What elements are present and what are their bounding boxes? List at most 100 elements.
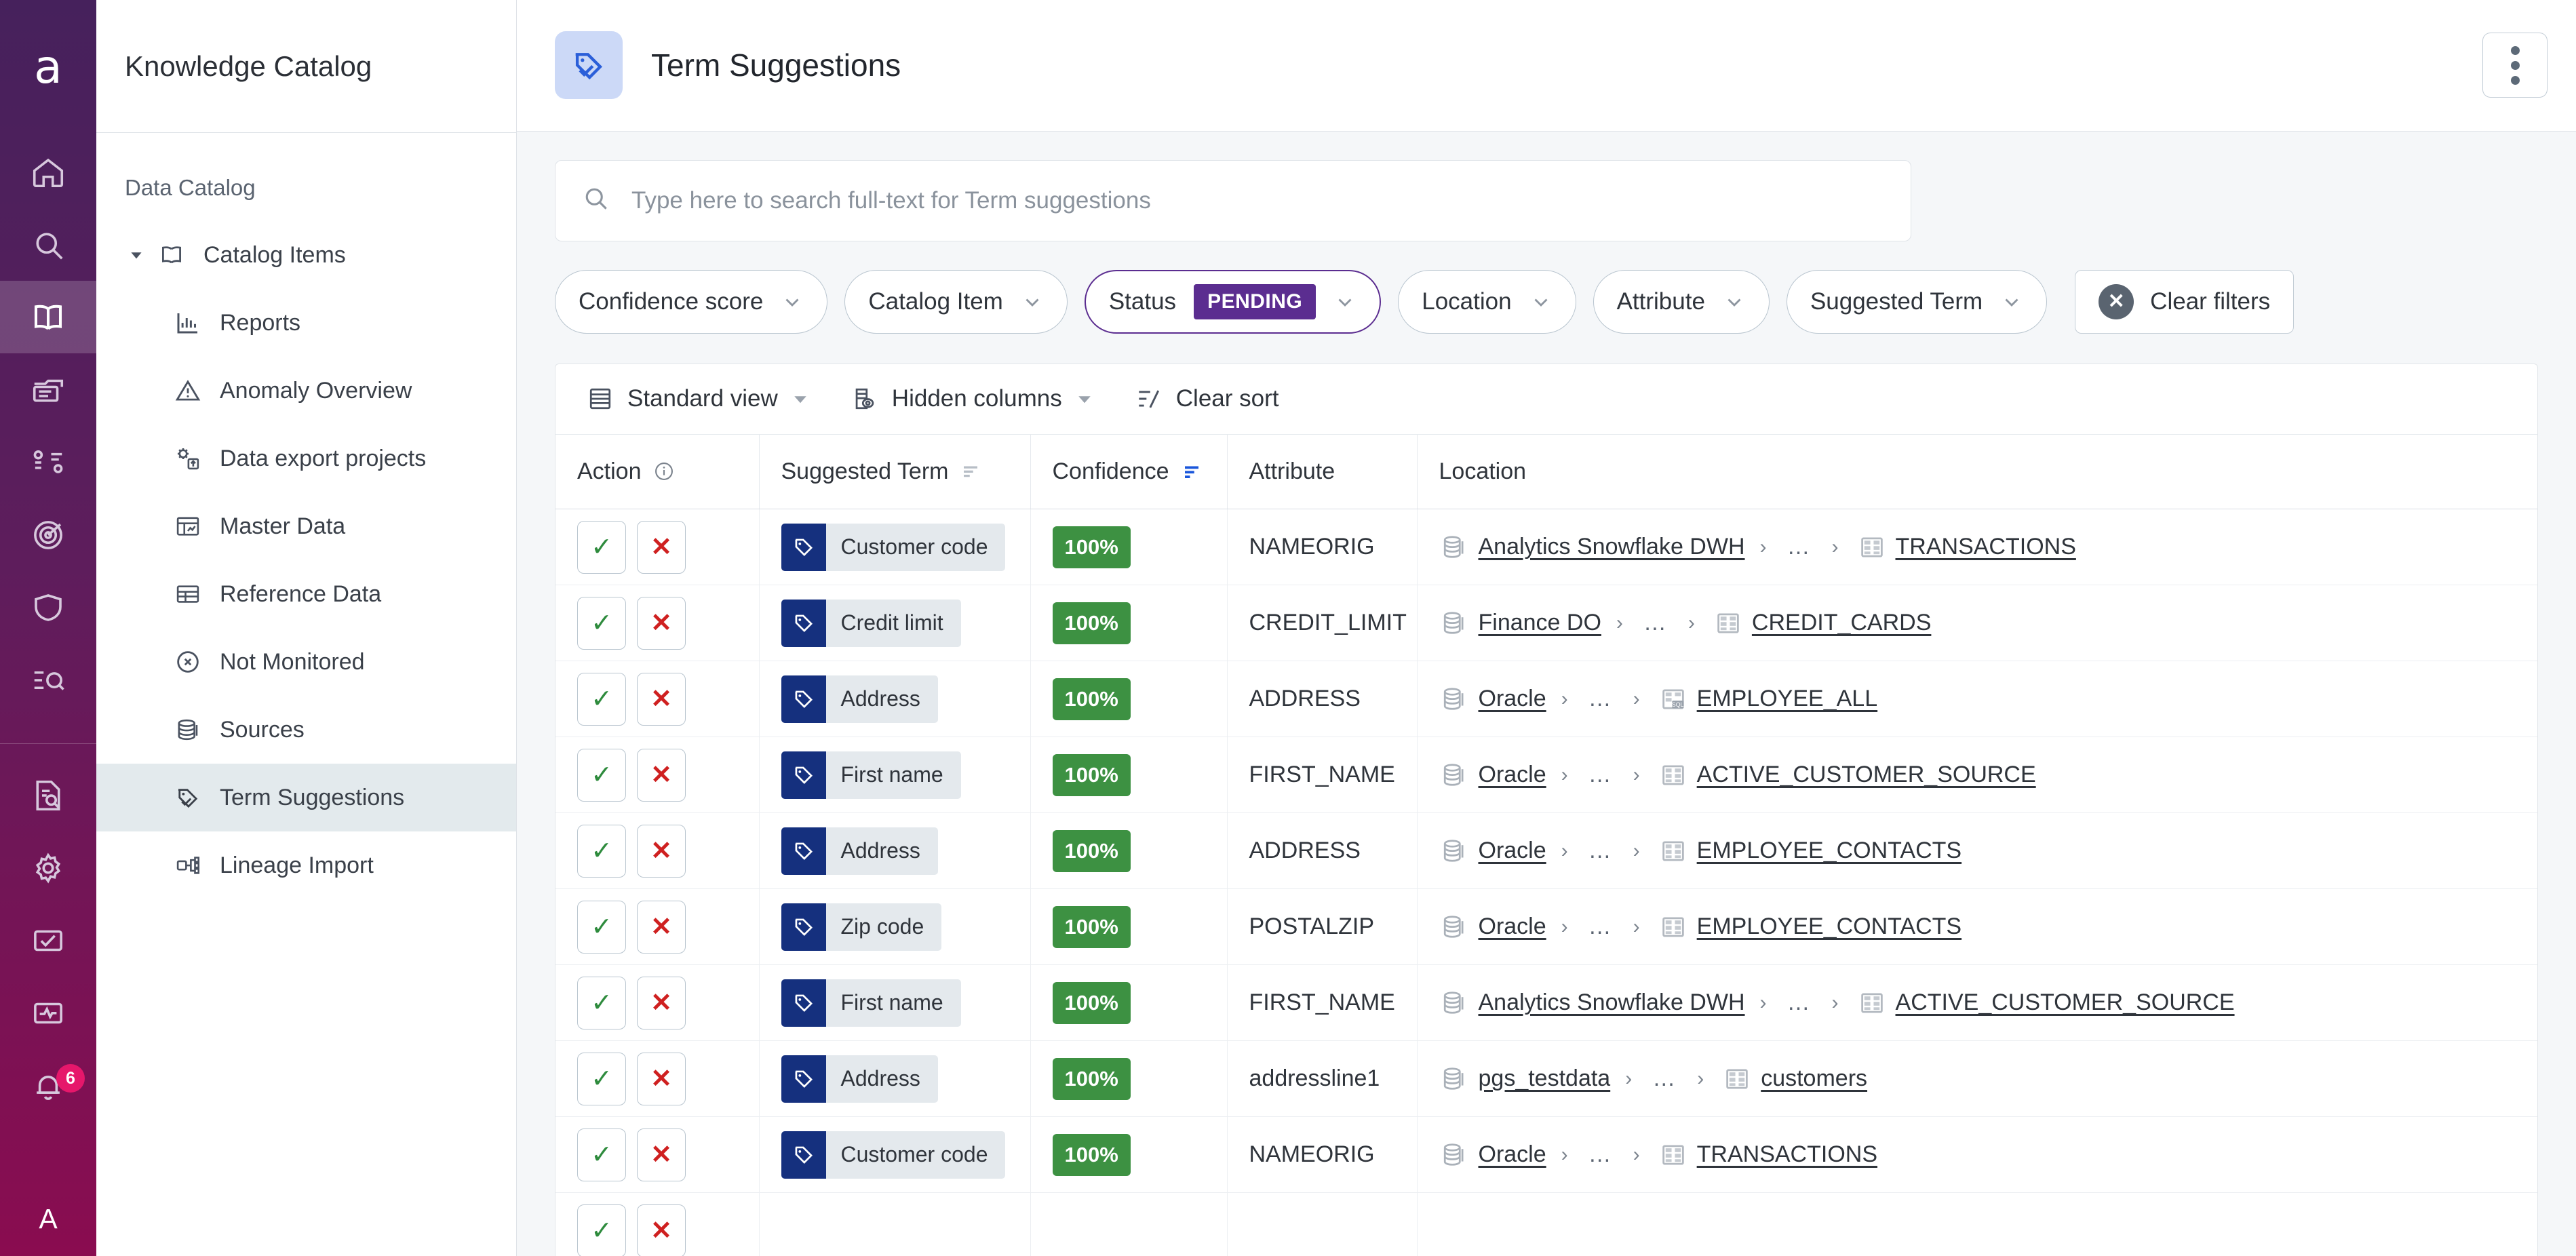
breadcrumb-ellipsis[interactable]: …: [1583, 686, 1618, 712]
breadcrumb-table-link[interactable]: EMPLOYEE_CONTACTS: [1697, 914, 1962, 940]
breadcrumb-table-link[interactable]: customers: [1761, 1065, 1867, 1092]
rail-item-items[interactable]: [0, 426, 96, 498]
rail-item-home[interactable]: [0, 136, 96, 208]
clear-sort-button[interactable]: Clear sort: [1134, 384, 1279, 414]
accept-suggestion-button[interactable]: ✓: [577, 825, 626, 878]
filter-chip-attribute[interactable]: Attribute: [1593, 270, 1770, 334]
accept-suggestion-button[interactable]: ✓: [577, 1053, 626, 1105]
reject-suggestion-button[interactable]: ✕: [637, 1053, 686, 1105]
column-header-location[interactable]: Location: [1417, 435, 2537, 509]
rail-item-goals[interactable]: [0, 498, 96, 571]
accept-suggestion-button[interactable]: ✓: [577, 597, 626, 650]
column-header-suggested-term[interactable]: Suggested Term: [759, 435, 1030, 509]
reject-suggestion-button[interactable]: ✕: [637, 1129, 686, 1181]
reject-suggestion-button[interactable]: ✕: [637, 1204, 686, 1256]
table-row[interactable]: ✓✕Customer code100%NAMEORIGOracle›…›TRAN…: [555, 1117, 2537, 1193]
avatar[interactable]: A: [0, 1181, 96, 1256]
breadcrumb-table-link[interactable]: EMPLOYEE_CONTACTS: [1697, 838, 1962, 864]
search-bar[interactable]: [555, 160, 1911, 241]
term-chip[interactable]: Address: [781, 675, 938, 723]
term-chip[interactable]: Address: [781, 1055, 938, 1103]
breadcrumb-source-link[interactable]: Oracle: [1479, 686, 1546, 712]
breadcrumb-table-link[interactable]: TRANSACTIONS: [1697, 1141, 1877, 1168]
table-row[interactable]: ✓✕Customer code100%NAMEORIGAnalytics Sno…: [555, 509, 2537, 585]
rail-item-documentation[interactable]: [0, 759, 96, 831]
breadcrumb-ellipsis[interactable]: …: [1583, 762, 1618, 788]
chevron-down-icon[interactable]: [125, 243, 148, 267]
breadcrumb-ellipsis[interactable]: …: [1583, 1141, 1618, 1168]
accept-suggestion-button[interactable]: ✓: [577, 901, 626, 954]
term-chip[interactable]: Customer code: [781, 524, 1006, 571]
breadcrumb-source-link[interactable]: Oracle: [1479, 914, 1546, 940]
breadcrumb-table-link[interactable]: ACTIVE_CUSTOMER_SOURCE: [1697, 762, 2036, 788]
sidebar-item-not-monitored[interactable]: Not Monitored: [96, 628, 516, 696]
breadcrumb-table-link[interactable]: TRANSACTIONS: [1896, 534, 2076, 560]
sidebar-item-catalog-items[interactable]: Catalog Items: [96, 221, 516, 289]
rail-item-tasks[interactable]: [0, 904, 96, 977]
term-chip[interactable]: Customer code: [781, 1131, 1006, 1179]
search-input[interactable]: [631, 187, 1885, 214]
term-chip[interactable]: First name: [781, 979, 961, 1027]
sidebar-item-sources[interactable]: Sources: [96, 696, 516, 764]
table-row[interactable]: ✓✕First name100%FIRST_NAMEOracle›…›ACTIV…: [555, 737, 2537, 813]
filter-chip-location[interactable]: Location: [1398, 270, 1576, 334]
sort-icon[interactable]: [959, 461, 982, 482]
table-row[interactable]: ✓✕Zip code100%POSTALZIPOracle›…›EMPLOYEE…: [555, 889, 2537, 965]
hidden-columns-button[interactable]: Hidden columns: [850, 384, 1095, 414]
breadcrumb-source-link[interactable]: pgs_testdata: [1479, 1065, 1611, 1092]
term-chip[interactable]: Credit limit: [781, 600, 961, 647]
filter-chip-suggested-term[interactable]: Suggested Term: [1787, 270, 2047, 334]
breadcrumb-ellipsis[interactable]: …: [1638, 610, 1673, 636]
table-row[interactable]: ✓✕Address100%ADDRESSOracle›…›SQLEMPLOYEE…: [555, 661, 2537, 737]
standard-view-button[interactable]: Standard view: [585, 384, 811, 414]
app-logo[interactable]: a: [0, 0, 96, 136]
breadcrumb-source-link[interactable]: Oracle: [1479, 1141, 1546, 1168]
reject-suggestion-button[interactable]: ✕: [637, 749, 686, 802]
term-chip[interactable]: First name: [781, 751, 961, 799]
column-header-attribute[interactable]: Attribute: [1227, 435, 1417, 509]
sidebar-item-data-export-projects[interactable]: Data export projects: [96, 425, 516, 492]
reject-suggestion-button[interactable]: ✕: [637, 825, 686, 878]
sidebar-item-reference-data[interactable]: Reference Data: [96, 560, 516, 628]
rail-item-notifications[interactable]: 6: [0, 1049, 96, 1122]
column-header-action[interactable]: Action: [555, 435, 759, 509]
breadcrumb-ellipsis[interactable]: …: [1647, 1065, 1682, 1092]
rail-item-data-quality[interactable]: [0, 644, 96, 716]
breadcrumb-table-link[interactable]: CREDIT_CARDS: [1752, 610, 1931, 636]
accept-suggestion-button[interactable]: ✓: [577, 1204, 626, 1256]
filter-chip-catalog-item[interactable]: Catalog Item: [844, 270, 1067, 334]
accept-suggestion-button[interactable]: ✓: [577, 977, 626, 1029]
table-row[interactable]: ✓✕First name100%FIRST_NAMEAnalytics Snow…: [555, 965, 2537, 1041]
rail-item-search[interactable]: [0, 208, 96, 281]
breadcrumb-table-link[interactable]: EMPLOYEE_ALL: [1697, 686, 1877, 712]
sidebar-item-lineage-import[interactable]: Lineage Import: [96, 831, 516, 899]
table-row[interactable]: ✓✕Address100%addressline1pgs_testdata›…›…: [555, 1041, 2537, 1117]
breadcrumb-source-link[interactable]: Analytics Snowflake DWH: [1479, 534, 1745, 560]
reject-suggestion-button[interactable]: ✕: [637, 597, 686, 650]
rail-item-knowledge-catalog[interactable]: [0, 281, 96, 353]
breadcrumb-source-link[interactable]: Finance DO: [1479, 610, 1601, 636]
sidebar-item-term-suggestions[interactable]: Term Suggestions: [96, 764, 516, 831]
sidebar-item-master-data[interactable]: Master Data: [96, 492, 516, 560]
rail-item-monitoring[interactable]: [0, 977, 96, 1049]
filter-chip-status[interactable]: Status PENDING: [1085, 270, 1381, 334]
rail-item-data-sources[interactable]: [0, 353, 96, 426]
accept-suggestion-button[interactable]: ✓: [577, 749, 626, 802]
sidebar-item-reports[interactable]: Reports: [96, 289, 516, 357]
rail-item-privacy[interactable]: [0, 571, 96, 644]
breadcrumb-table-link[interactable]: ACTIVE_CUSTOMER_SOURCE: [1896, 989, 2235, 1016]
breadcrumb-ellipsis[interactable]: …: [1782, 534, 1817, 560]
breadcrumb-source-link[interactable]: Oracle: [1479, 838, 1546, 864]
filter-chip-confidence-score[interactable]: Confidence score: [555, 270, 827, 334]
table-row[interactable]: ✓✕Address100%ADDRESSOracle›…›EMPLOYEE_CO…: [555, 813, 2537, 889]
accept-suggestion-button[interactable]: ✓: [577, 521, 626, 574]
more-actions-button[interactable]: [2482, 33, 2548, 98]
term-chip[interactable]: Zip code: [781, 903, 942, 951]
clear-filters-button[interactable]: ✕ Clear filters: [2075, 270, 2294, 334]
accept-suggestion-button[interactable]: ✓: [577, 1129, 626, 1181]
breadcrumb-ellipsis[interactable]: …: [1782, 989, 1817, 1016]
term-chip[interactable]: Address: [781, 827, 938, 875]
sidebar-item-anomaly-overview[interactable]: Anomaly Overview: [96, 357, 516, 425]
reject-suggestion-button[interactable]: ✕: [637, 673, 686, 726]
breadcrumb-source-link[interactable]: Analytics Snowflake DWH: [1479, 989, 1745, 1016]
